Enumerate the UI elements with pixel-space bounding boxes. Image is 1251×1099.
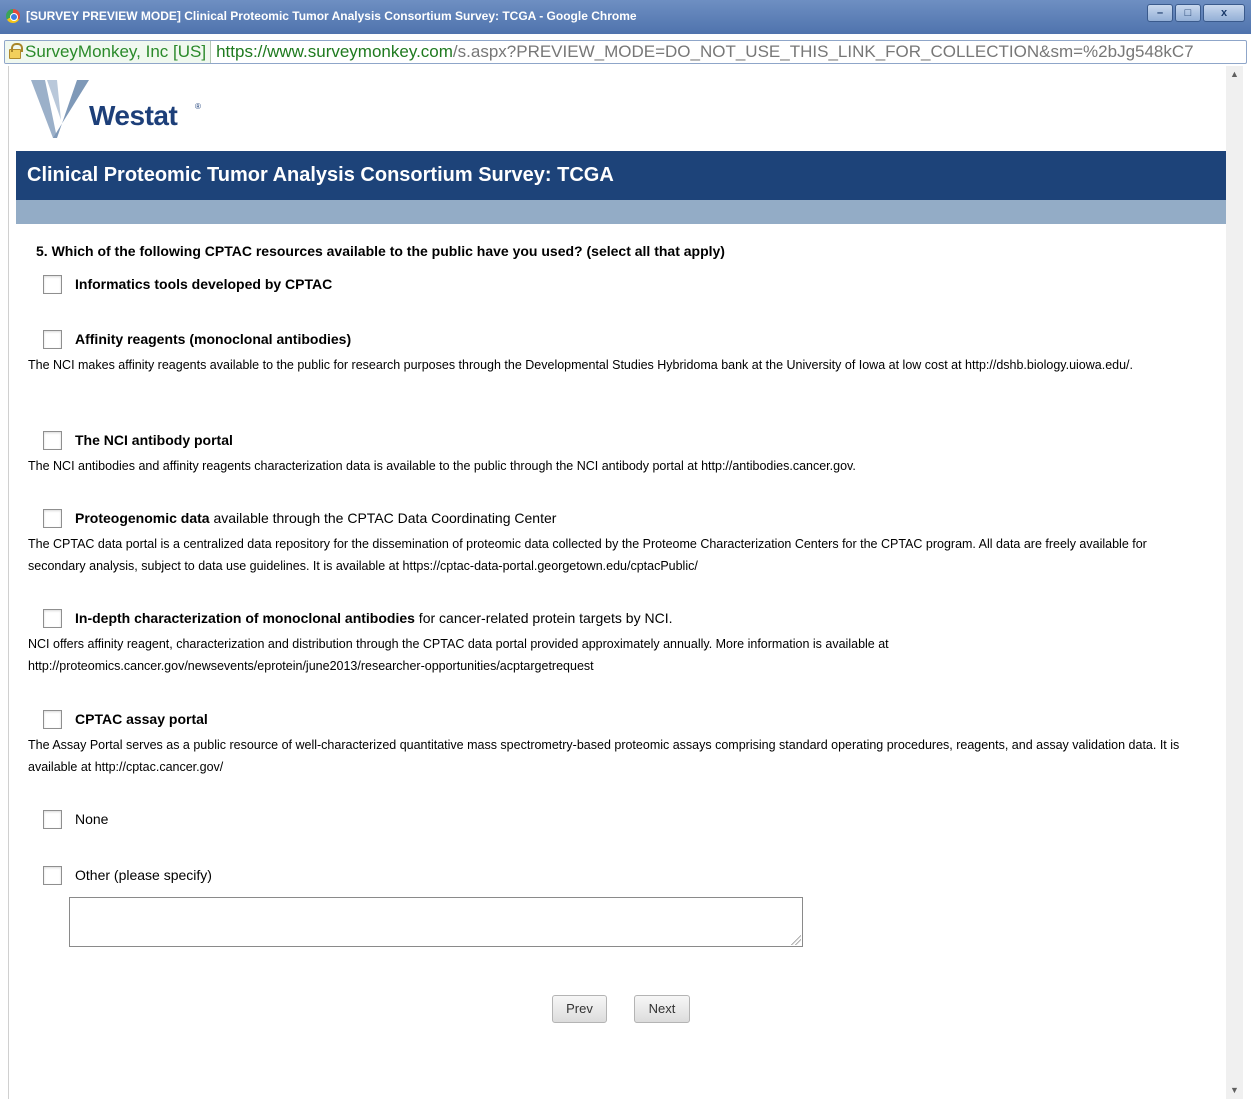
checkbox[interactable] xyxy=(43,329,62,349)
window-titlebar: [SURVEY PREVIEW MODE] Clinical Proteomic… xyxy=(0,0,1251,34)
option-label[interactable]: None xyxy=(75,811,108,827)
registered-mark: ® xyxy=(195,102,201,111)
maximize-button[interactable]: □ xyxy=(1175,4,1201,22)
option-nci-antibody-portal: The NCI antibody portal The NCI antibodi… xyxy=(28,430,1203,477)
checkbox[interactable] xyxy=(43,608,62,628)
option-cptac-assay-portal: CPTAC assay portal The Assay Portal serv… xyxy=(28,709,1203,778)
option-description: The NCI makes affinity reagents availabl… xyxy=(28,358,1133,372)
question-title: 5. Which of the following CPTAC resource… xyxy=(36,243,725,259)
checkbox[interactable] xyxy=(43,709,62,729)
checkbox[interactable] xyxy=(43,865,62,885)
textarea-resize-handle[interactable] xyxy=(791,935,801,945)
other-specify-input[interactable] xyxy=(69,897,803,947)
url-host: https://www.surveymonkey.com xyxy=(216,42,453,61)
header-band xyxy=(16,200,1227,224)
window-title: [SURVEY PREVIEW MODE] Clinical Proteomic… xyxy=(26,9,637,23)
survey-title: Clinical Proteomic Tumor Analysis Consor… xyxy=(16,151,1227,200)
checkbox[interactable] xyxy=(43,274,62,294)
page-viewport: Westat ® Clinical Proteomic Tumor Analys… xyxy=(8,66,1243,1099)
option-label[interactable]: CPTAC assay portal xyxy=(75,711,208,727)
checkbox[interactable] xyxy=(43,430,62,450)
window-controls: – □ x xyxy=(1147,4,1245,22)
lock-icon xyxy=(9,43,23,59)
option-other: Other (please specify) xyxy=(43,865,1203,885)
option-label[interactable]: The NCI antibody portal xyxy=(75,432,233,448)
option-label[interactable]: In-depth characterization of monoclonal … xyxy=(75,610,672,626)
westat-logo-text: Westat xyxy=(89,100,178,131)
url-path: /s.aspx?PREVIEW_MODE=DO_NOT_USE_THIS_LIN… xyxy=(452,42,1194,61)
option-label[interactable]: Informatics tools developed by CPTAC xyxy=(75,276,332,292)
option-description: NCI offers affinity reagent, characteriz… xyxy=(28,637,889,673)
option-none: None xyxy=(43,809,1203,829)
option-description: The NCI antibodies and affinity reagents… xyxy=(28,459,856,473)
option-label[interactable]: Affinity reagents (monoclonal antibodies… xyxy=(75,331,351,347)
chrome-icon xyxy=(6,9,20,23)
option-in-depth-characterization: In-depth characterization of monoclonal … xyxy=(28,608,1203,677)
ev-certificate-label: SurveyMonkey, Inc [US] xyxy=(25,42,207,61)
option-description: The CPTAC data portal is a centralized d… xyxy=(28,537,1147,573)
westat-logo: Westat ® xyxy=(17,80,217,140)
option-label[interactable]: Proteogenomic data available through the… xyxy=(75,510,556,526)
checkbox[interactable] xyxy=(43,809,62,829)
checkbox[interactable] xyxy=(43,508,62,528)
ev-certificate-badge[interactable]: SurveyMonkey, Inc [US] xyxy=(5,41,212,63)
option-description: The Assay Portal serves as a public reso… xyxy=(28,738,1180,774)
scroll-up-arrow-icon[interactable]: ▲ xyxy=(1226,66,1243,83)
option-label[interactable]: Other (please specify) xyxy=(75,867,212,883)
address-bar[interactable]: SurveyMonkey, Inc [US] https://www.surve… xyxy=(4,40,1247,64)
westat-logo-mark xyxy=(31,80,89,138)
scroll-down-arrow-icon[interactable]: ▼ xyxy=(1226,1082,1243,1099)
close-button[interactable]: x xyxy=(1203,4,1245,22)
option-informatics-tools: Informatics tools developed by CPTAC xyxy=(43,274,1203,294)
prev-button[interactable]: Prev xyxy=(552,995,607,1023)
vertical-scrollbar[interactable]: ▲ ▼ xyxy=(1226,66,1243,1099)
option-proteogenomic-data: Proteogenomic data available through the… xyxy=(28,508,1203,577)
option-affinity-reagents: Affinity reagents (monoclonal antibodies… xyxy=(28,329,1203,376)
next-button[interactable]: Next xyxy=(634,995,690,1023)
minimize-button[interactable]: – xyxy=(1147,4,1173,22)
